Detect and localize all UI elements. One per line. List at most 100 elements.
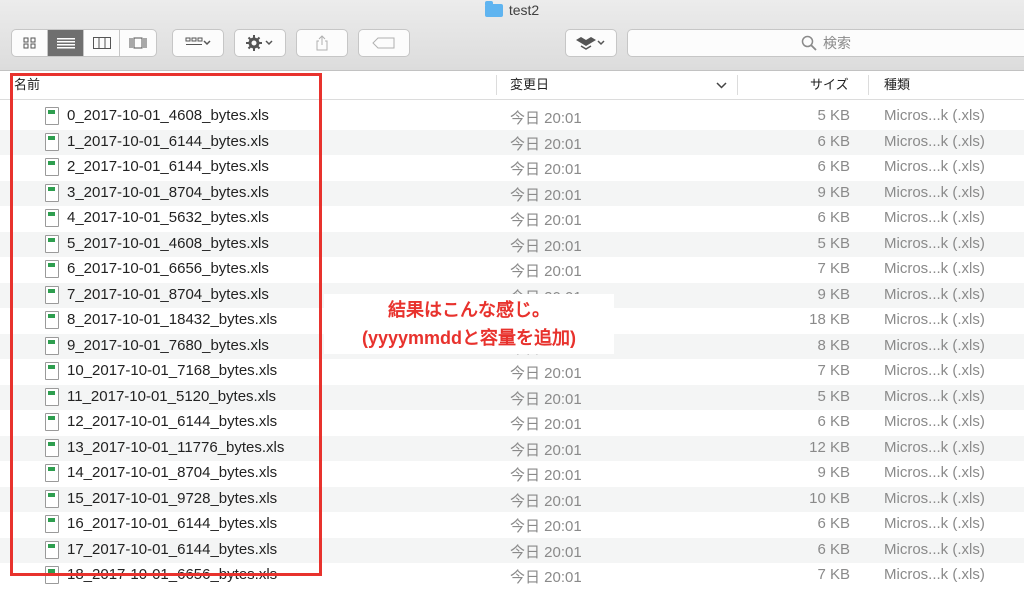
file-kind: Micros...k (.xls) — [884, 158, 985, 175]
action-button[interactable] — [234, 29, 286, 57]
folder-icon — [484, 0, 503, 17]
window-title-bar: test2 — [0, 0, 1024, 18]
file-row[interactable]: 3_2017-10-01_8704_bytes.xls 今日 20:01 9 KB M… — [0, 180, 1024, 206]
dropbox-button[interactable] — [565, 29, 617, 57]
file-date: 今日 20:01 — [510, 135, 582, 153]
gallery-view-icon — [129, 37, 147, 49]
icon-view-button[interactable] — [12, 30, 48, 56]
file-name: 15_2017-10-01_9728_bytes.xls — [67, 489, 278, 507]
file-size: 6 KB — [817, 540, 850, 558]
gallery-view-button[interactable] — [120, 30, 156, 56]
file-kind: Micros...k (.xls) — [884, 566, 985, 583]
column-divider[interactable] — [868, 75, 869, 95]
share-button[interactable] — [296, 29, 348, 57]
column-view-button[interactable] — [84, 30, 120, 56]
file-name: 6_2017-10-01_6656_bytes.xls — [67, 260, 269, 277]
xls-file-icon — [45, 234, 59, 253]
file-date: 今日 20:01 — [510, 416, 582, 433]
file-kind: Micros...k (.xls) — [884, 387, 985, 405]
file-row[interactable]: 4_2017-10-01_5632_bytes.xls 今日 20:01 6 KB M… — [0, 206, 1024, 232]
file-name: 12_2017-10-01_6144_bytes.xls — [67, 413, 278, 430]
dropbox-icon — [576, 37, 605, 50]
column-size[interactable]: サイズ — [810, 71, 849, 99]
file-kind: Micros...k (.xls) — [884, 260, 985, 277]
file-name: 9_2017-10-01_7680_bytes.xls — [67, 336, 269, 354]
file-row[interactable]: 5_2017-10-01_4608_bytes.xls 今日 20:01 5 KB M… — [0, 231, 1024, 257]
list-view-button[interactable] — [48, 30, 84, 56]
file-name: 3_2017-10-01_8704_bytes.xls — [67, 183, 269, 201]
file-name: 13_2017-10-01_11776_bytes.xls — [67, 438, 285, 456]
file-size: 5 KB — [817, 387, 850, 405]
tags-button[interactable] — [358, 29, 410, 57]
file-row[interactable]: 6_2017-10-01_6656_bytes.xls 今日 20:01 7 KB M… — [0, 257, 1024, 283]
file-size: 6 KB — [817, 413, 850, 430]
file-date: 今日 20:01 — [510, 569, 582, 586]
file-size: 6 KB — [817, 515, 850, 532]
file-row[interactable]: 13_2017-10-01_11776_bytes.xls 今日 20:01 12 … — [0, 435, 1024, 461]
annotation-callout: 結果はこんな感じ。 (yyyymmddと容量を追加) — [324, 294, 614, 354]
xls-file-icon — [45, 158, 59, 176]
file-size: 7 KB — [817, 566, 850, 583]
file-size: 12 KB — [809, 438, 850, 456]
xls-file-icon — [45, 464, 59, 482]
column-date[interactable]: 変更日 — [510, 71, 549, 99]
gear-icon — [246, 35, 273, 51]
file-name: 5_2017-10-01_4608_bytes.xls — [67, 234, 269, 252]
search-placeholder: 検索 — [823, 35, 851, 51]
file-kind: Micros...k (.xls) — [884, 336, 985, 354]
file-date: 今日 20:01 — [510, 161, 582, 178]
file-kind: Micros...k (.xls) — [884, 209, 985, 226]
file-row[interactable]: 17_2017-10-01_6144_bytes.xls 今日 20:01 6 KB… — [0, 537, 1024, 563]
file-name: 18_2017-10-01_6656_bytes.xls — [67, 566, 278, 583]
file-name: 4_2017-10-01_5632_bytes.xls — [67, 209, 269, 226]
annotation-line-1: 結果はこんな感じ。 — [388, 300, 550, 320]
file-name: 7_2017-10-01_8704_bytes.xls — [67, 285, 269, 303]
file-name: 1_2017-10-01_6144_bytes.xls — [67, 132, 269, 150]
xls-file-icon — [45, 540, 59, 559]
file-row[interactable]: 11_2017-10-01_5120_bytes.xls 今日 20:01 5 KB… — [0, 384, 1024, 410]
file-name: 0_2017-10-01_4608_bytes.xls — [67, 107, 269, 124]
share-icon — [316, 35, 328, 51]
file-size: 5 KB — [817, 234, 850, 252]
group-by-button[interactable] — [172, 29, 224, 57]
file-row[interactable]: 18_2017-10-01_6656_bytes.xls 今日 20:01 7 KB… — [0, 563, 1024, 589]
file-kind: Micros...k (.xls) — [884, 107, 985, 124]
xls-file-icon — [45, 566, 59, 584]
column-kind[interactable]: 種類 — [884, 71, 910, 99]
file-date: 今日 20:01 — [510, 365, 582, 382]
file-kind: Micros...k (.xls) — [884, 362, 985, 379]
xls-file-icon — [45, 515, 59, 533]
view-mode-segment — [11, 29, 157, 57]
file-name: 2_2017-10-01_6144_bytes.xls — [67, 158, 269, 175]
file-size: 18 KB — [809, 311, 850, 328]
column-divider[interactable] — [737, 75, 738, 95]
annotation-line-2: (yyyymmddと容量を追加) — [361, 328, 577, 348]
file-kind: Micros...k (.xls) — [884, 489, 985, 507]
file-row[interactable]: 0_2017-10-01_4608_bytes.xls 今日 20:01 5 KB M… — [0, 104, 1024, 130]
file-kind: Micros...k (.xls) — [884, 285, 985, 303]
file-row[interactable]: 15_2017-10-01_9728_bytes.xls 今日 20:01 10 K… — [0, 486, 1024, 512]
file-row[interactable]: 14_2017-10-01_8704_bytes.xls 今日 20:01 9 KB… — [0, 461, 1024, 487]
file-row[interactable]: 16_2017-10-01_6144_bytes.xls 今日 20:01 6 KB… — [0, 512, 1024, 538]
file-row[interactable]: 12_2017-10-01_6144_bytes.xls 今日 20:01 6 KB… — [0, 410, 1024, 436]
file-kind: Micros...k (.xls) — [884, 311, 985, 328]
column-name[interactable]: 名前 — [14, 71, 40, 99]
xls-file-icon — [45, 285, 59, 304]
column-view-icon — [92, 37, 111, 49]
xls-file-icon — [45, 209, 59, 227]
file-size: 6 KB — [817, 158, 850, 175]
grid-view-icon — [23, 37, 35, 49]
file-row[interactable]: 1_2017-10-01_6144_bytes.xls 今日 20:01 6 KB M… — [0, 129, 1024, 155]
file-row[interactable]: 10_2017-10-01_7168_bytes.xls 今日 20:01 7 KB… — [0, 359, 1024, 385]
file-name: 10_2017-10-01_7168_bytes.xls — [67, 362, 278, 379]
search-field[interactable]: 検索 — [627, 29, 1024, 57]
column-divider[interactable] — [496, 75, 497, 95]
file-size: 6 KB — [817, 132, 850, 150]
file-size: 9 KB — [817, 285, 850, 303]
file-row[interactable]: 2_2017-10-01_6144_bytes.xls 今日 20:01 6 KB M… — [0, 155, 1024, 181]
file-size: 5 KB — [817, 107, 850, 124]
file-kind: Micros...k (.xls) — [884, 413, 985, 430]
file-name: 14_2017-10-01_8704_bytes.xls — [67, 464, 278, 481]
sort-chevron-down-icon[interactable] — [716, 82, 727, 89]
file-kind: Micros...k (.xls) — [884, 438, 985, 456]
